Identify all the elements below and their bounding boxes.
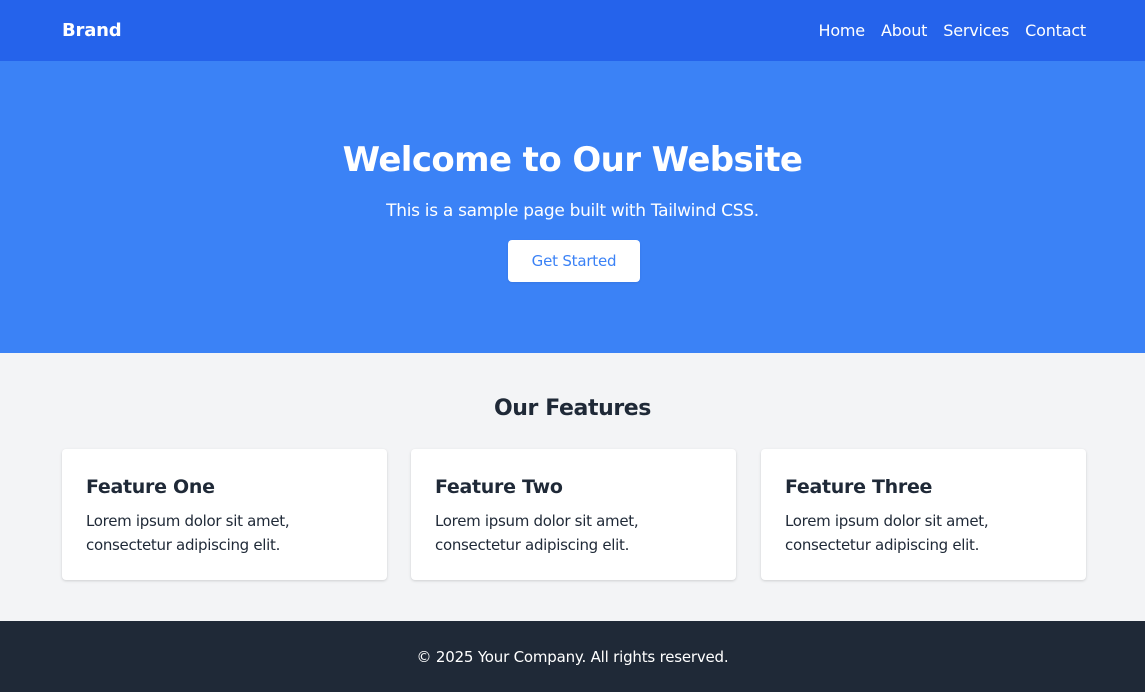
nav-link-contact[interactable]: Contact [1025,19,1086,43]
nav-link-services[interactable]: Services [943,19,1009,43]
feature-card-text: Lorem ipsum dolor sit amet, consectetur … [785,512,989,554]
nav-link-home[interactable]: Home [819,19,866,43]
feature-card-text: Lorem ipsum dolor sit amet, consectetur … [435,512,639,554]
navbar: Brand Home About Services Contact [0,0,1145,61]
feature-card-three: Feature Three Lorem ipsum dolor sit amet… [761,449,1086,580]
feature-card-title: Feature Two [435,476,563,498]
hero-subtitle: This is a sample page built with Tailwin… [386,201,759,221]
feature-card-two: Feature Two Lorem ipsum dolor sit amet, … [411,449,736,580]
footer: © 2025 Your Company. All rights reserved… [0,621,1145,692]
brand-logo-link[interactable]: Brand [62,19,122,43]
footer-copyright: © 2025 Your Company. All rights reserved… [416,648,729,666]
nav-link-about[interactable]: About [881,19,928,43]
hero-section: Welcome to Our Website This is a sample … [0,61,1145,353]
nav-links: Home About Services Contact [819,19,1087,43]
feature-card-one: Feature One Lorem ipsum dolor sit amet, … [62,449,387,580]
page: Brand Home About Services Contact Welcom… [0,0,1145,692]
get-started-button[interactable]: Get Started [508,240,640,282]
feature-card-text: Lorem ipsum dolor sit amet, consectetur … [86,512,290,554]
feature-card-title: Feature One [86,476,215,498]
features-title: Our Features [493,396,652,421]
feature-card-title: Feature Three [785,476,933,498]
hero-title: Welcome to Our Website [342,140,803,180]
